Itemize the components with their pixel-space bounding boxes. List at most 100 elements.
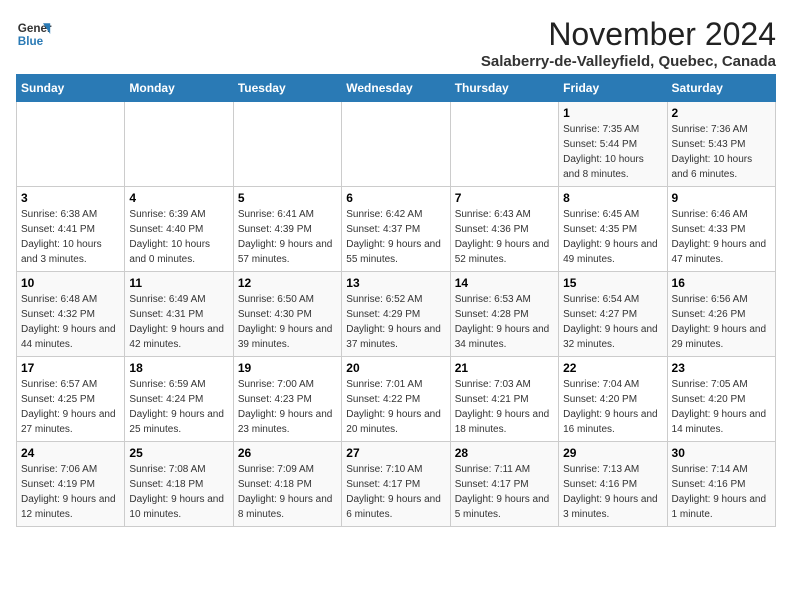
calendar-cell: 24 Sunrise: 7:06 AM Sunset: 4:19 PM Dayli… (17, 442, 125, 527)
day-info: Sunrise: 7:13 AM Sunset: 4:16 PM Dayligh… (563, 462, 662, 522)
calendar-cell: 7 Sunrise: 6:43 AM Sunset: 4:36 PM Daylig… (450, 187, 558, 272)
location-title: Salaberry-de-Valleyfield, Quebec, Canada (481, 53, 776, 70)
calendar-cell: 12 Sunrise: 6:50 AM Sunset: 4:30 PM Dayli… (233, 272, 341, 357)
day-number: 7 (455, 191, 554, 205)
day-header-wednesday: Wednesday (342, 75, 450, 102)
calendar-cell: 26 Sunrise: 7:09 AM Sunset: 4:18 PM Dayli… (233, 442, 341, 527)
day-number: 23 (672, 361, 771, 375)
logo: General Blue (16, 16, 52, 52)
day-info: Sunrise: 7:04 AM Sunset: 4:20 PM Dayligh… (563, 377, 662, 437)
calendar-cell (233, 102, 341, 187)
day-info: Sunrise: 6:46 AM Sunset: 4:33 PM Dayligh… (672, 207, 771, 267)
day-number: 19 (238, 361, 337, 375)
day-info: Sunrise: 6:57 AM Sunset: 4:25 PM Dayligh… (21, 377, 120, 437)
calendar-header-row: SundayMondayTuesdayWednesdayThursdayFrid… (17, 75, 776, 102)
calendar-week-1: 1Sunrise: 7:35 AM Sunset: 5:44 PM Daylig… (17, 102, 776, 187)
calendar-cell: 6Sunrise: 6:42 AM Sunset: 4:37 PM Daylig… (342, 187, 450, 272)
calendar-cell: 18Sunrise: 6:59 AM Sunset: 4:24 PM Dayli… (125, 357, 233, 442)
svg-text:Blue: Blue (18, 35, 44, 48)
day-info: Sunrise: 6:43 AM Sunset: 4:36 PM Dayligh… (455, 207, 554, 267)
calendar-cell: 11 Sunrise: 6:49 AM Sunset: 4:31 PM Dayli… (125, 272, 233, 357)
day-number: 2 (672, 106, 771, 120)
month-title: November 2024 (481, 16, 776, 53)
day-info: Sunrise: 6:56 AM Sunset: 4:26 PM Dayligh… (672, 292, 771, 352)
calendar-cell: 9 Sunrise: 6:46 AM Sunset: 4:33 PM Daylig… (667, 187, 775, 272)
day-info: Sunrise: 7:01 AM Sunset: 4:22 PM Dayligh… (346, 377, 445, 437)
day-info: Sunrise: 7:03 AM Sunset: 4:21 PM Dayligh… (455, 377, 554, 437)
day-number: 14 (455, 276, 554, 290)
day-info: Sunrise: 7:05 AM Sunset: 4:20 PM Dayligh… (672, 377, 771, 437)
day-header-friday: Friday (559, 75, 667, 102)
calendar-week-4: 17 Sunrise: 6:57 AM Sunset: 4:25 PM Dayli… (17, 357, 776, 442)
day-number: 4 (129, 191, 228, 205)
day-info: Sunrise: 6:50 AM Sunset: 4:30 PM Dayligh… (238, 292, 337, 352)
day-number: 16 (672, 276, 771, 290)
day-info: Sunrise: 6:38 AM Sunset: 4:41 PM Dayligh… (21, 207, 120, 267)
day-number: 10 (21, 276, 120, 290)
calendar-cell: 23 Sunrise: 7:05 AM Sunset: 4:20 PM Dayli… (667, 357, 775, 442)
day-number: 13 (346, 276, 445, 290)
calendar-cell: 28Sunrise: 7:11 AM Sunset: 4:17 PM Dayli… (450, 442, 558, 527)
day-info: Sunrise: 7:09 AM Sunset: 4:18 PM Dayligh… (238, 462, 337, 522)
calendar-cell: 22 Sunrise: 7:04 AM Sunset: 4:20 PM Dayli… (559, 357, 667, 442)
calendar-cell: 21Sunrise: 7:03 AM Sunset: 4:21 PM Dayli… (450, 357, 558, 442)
day-info: Sunrise: 6:39 AM Sunset: 4:40 PM Dayligh… (129, 207, 228, 267)
calendar-cell (450, 102, 558, 187)
day-number: 26 (238, 446, 337, 460)
day-info: Sunrise: 7:14 AM Sunset: 4:16 PM Dayligh… (672, 462, 771, 522)
calendar-cell: 16 Sunrise: 6:56 AM Sunset: 4:26 PM Dayli… (667, 272, 775, 357)
day-number: 5 (238, 191, 337, 205)
day-info: Sunrise: 7:36 AM Sunset: 5:43 PM Dayligh… (672, 122, 771, 182)
day-header-tuesday: Tuesday (233, 75, 341, 102)
calendar-cell: 3Sunrise: 6:38 AM Sunset: 4:41 PM Daylig… (17, 187, 125, 272)
day-number: 27 (346, 446, 445, 460)
day-info: Sunrise: 7:08 AM Sunset: 4:18 PM Dayligh… (129, 462, 228, 522)
day-info: Sunrise: 6:53 AM Sunset: 4:28 PM Dayligh… (455, 292, 554, 352)
calendar-cell: 4 Sunrise: 6:39 AM Sunset: 4:40 PM Daylig… (125, 187, 233, 272)
calendar-cell (17, 102, 125, 187)
calendar-cell: 1Sunrise: 7:35 AM Sunset: 5:44 PM Daylig… (559, 102, 667, 187)
day-number: 8 (563, 191, 662, 205)
calendar-cell: 19 Sunrise: 7:00 AM Sunset: 4:23 PM Dayli… (233, 357, 341, 442)
day-number: 15 (563, 276, 662, 290)
day-number: 12 (238, 276, 337, 290)
calendar-cell: 8 Sunrise: 6:45 AM Sunset: 4:35 PM Daylig… (559, 187, 667, 272)
header: General Blue November 2024 Salaberry-de-… (16, 16, 776, 70)
calendar-cell: 29 Sunrise: 7:13 AM Sunset: 4:16 PM Dayli… (559, 442, 667, 527)
day-info: Sunrise: 7:11 AM Sunset: 4:17 PM Dayligh… (455, 462, 554, 522)
calendar-cell: 25 Sunrise: 7:08 AM Sunset: 4:18 PM Dayli… (125, 442, 233, 527)
day-number: 17 (21, 361, 120, 375)
day-number: 9 (672, 191, 771, 205)
calendar-cell: 2 Sunrise: 7:36 AM Sunset: 5:43 PM Daylig… (667, 102, 775, 187)
calendar-cell: 15Sunrise: 6:54 AM Sunset: 4:27 PM Dayli… (559, 272, 667, 357)
day-info: Sunrise: 7:35 AM Sunset: 5:44 PM Dayligh… (563, 122, 662, 182)
day-number: 22 (563, 361, 662, 375)
calendar-cell: 20 Sunrise: 7:01 AM Sunset: 4:22 PM Dayli… (342, 357, 450, 442)
day-info: Sunrise: 6:41 AM Sunset: 4:39 PM Dayligh… (238, 207, 337, 267)
calendar-cell: 27 Sunrise: 7:10 AM Sunset: 4:17 PM Dayli… (342, 442, 450, 527)
day-header-thursday: Thursday (450, 75, 558, 102)
day-header-sunday: Sunday (17, 75, 125, 102)
day-number: 29 (563, 446, 662, 460)
day-info: Sunrise: 6:45 AM Sunset: 4:35 PM Dayligh… (563, 207, 662, 267)
day-info: Sunrise: 7:10 AM Sunset: 4:17 PM Dayligh… (346, 462, 445, 522)
day-number: 11 (129, 276, 228, 290)
calendar-table: SundayMondayTuesdayWednesdayThursdayFrid… (16, 74, 776, 527)
day-info: Sunrise: 7:00 AM Sunset: 4:23 PM Dayligh… (238, 377, 337, 437)
day-number: 25 (129, 446, 228, 460)
day-number: 18 (129, 361, 228, 375)
day-number: 20 (346, 361, 445, 375)
calendar-cell: 5 Sunrise: 6:41 AM Sunset: 4:39 PM Daylig… (233, 187, 341, 272)
calendar-cell (125, 102, 233, 187)
calendar-cell (342, 102, 450, 187)
title-area: November 2024 Salaberry-de-Valleyfield, … (481, 16, 776, 70)
calendar-cell: 14 Sunrise: 6:53 AM Sunset: 4:28 PM Dayli… (450, 272, 558, 357)
day-header-saturday: Saturday (667, 75, 775, 102)
day-info: Sunrise: 6:49 AM Sunset: 4:31 PM Dayligh… (129, 292, 228, 352)
day-info: Sunrise: 7:06 AM Sunset: 4:19 PM Dayligh… (21, 462, 120, 522)
calendar-cell: 10Sunrise: 6:48 AM Sunset: 4:32 PM Dayli… (17, 272, 125, 357)
calendar-cell: 17 Sunrise: 6:57 AM Sunset: 4:25 PM Dayli… (17, 357, 125, 442)
day-number: 24 (21, 446, 120, 460)
calendar-cell: 13Sunrise: 6:52 AM Sunset: 4:29 PM Dayli… (342, 272, 450, 357)
day-header-monday: Monday (125, 75, 233, 102)
